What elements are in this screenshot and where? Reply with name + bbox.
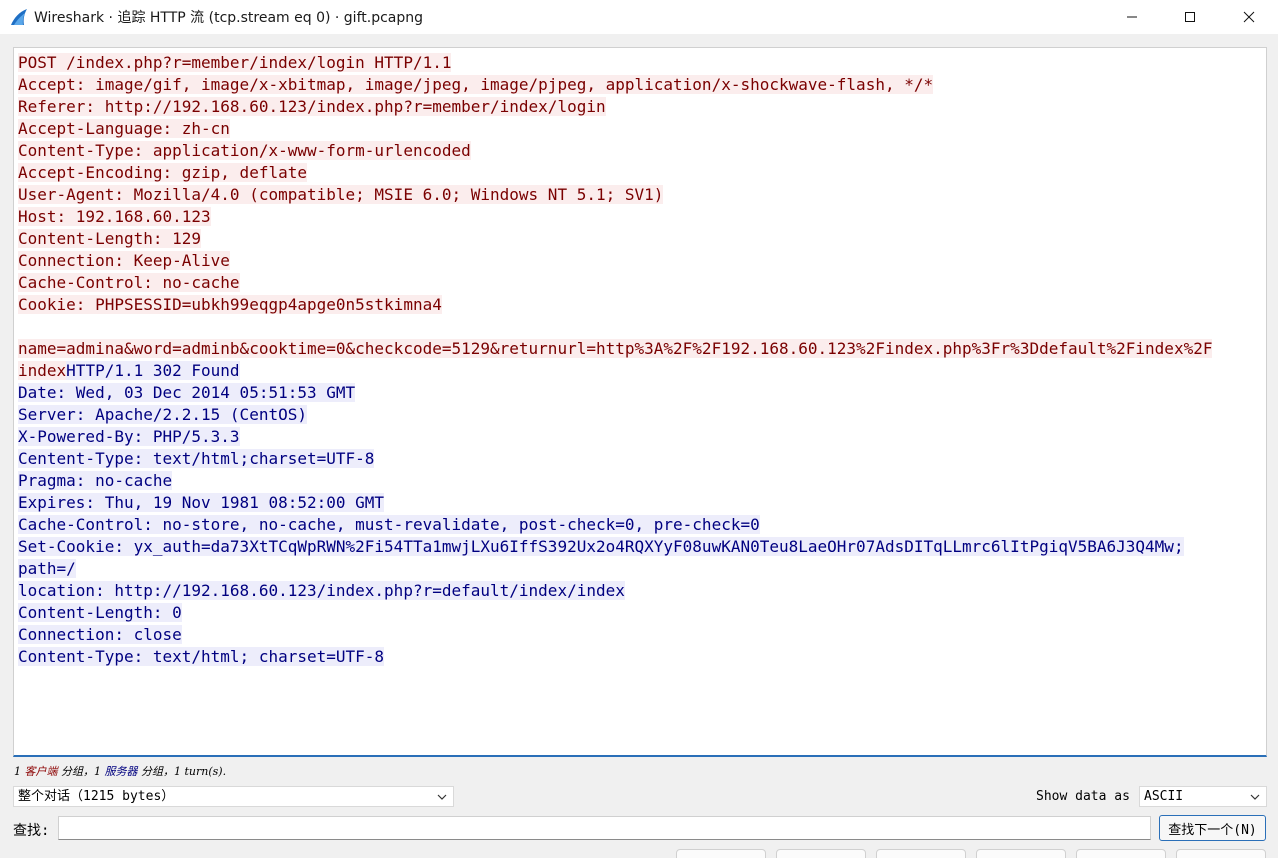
follow-http-stream-window: Wireshark · 追踪 HTTP 流 (tcp.stream eq 0) … [0, 0, 1278, 858]
client-line: Content-Type: application/x-www-form-url… [18, 141, 471, 160]
client-line: POST /index.php?r=member/index/login HTT… [18, 53, 452, 72]
server-line: Expires: Thu, 19 Nov 1981 08:52:00 GMT [18, 493, 385, 512]
maximize-icon [1185, 12, 1195, 22]
status-suffix: 分组，1 turn(s). [137, 765, 227, 778]
client-line: Referer: http://192.168.60.123/index.php… [18, 97, 606, 116]
mixed-line: indexHTTP/1.1 302 Found [18, 360, 1266, 382]
client-line: Content-Length: 129 [18, 229, 202, 248]
client-line: Host: 192.168.60.123 [18, 207, 211, 226]
client-label: 客户端 [24, 765, 58, 778]
find-input[interactable] [58, 816, 1151, 840]
maximize-button[interactable] [1161, 0, 1219, 34]
close-button[interactable] [1220, 0, 1278, 34]
client-line: Connection: Keep-Alive [18, 251, 230, 270]
wireshark-fin-icon [11, 9, 27, 25]
chevron-down-icon [1250, 794, 1260, 800]
server-line: Set-Cookie: yx_auth=da73XtTCqWpRWN%2Fi54… [18, 537, 1184, 556]
bottom-button[interactable] [876, 849, 966, 858]
bottom-button[interactable] [1176, 849, 1266, 858]
stream-content-view[interactable]: POST /index.php?r=member/index/login HTT… [13, 47, 1267, 757]
status-prefix: 1 [14, 765, 25, 778]
status-middle: 分组，1 [57, 765, 105, 778]
data-format-select[interactable]: ASCII [1139, 786, 1267, 807]
client-line: User-Agent: Mozilla/4.0 (compatible; MSI… [18, 185, 664, 204]
server-line: path=/ [18, 559, 76, 578]
client-line-tail: index [18, 361, 67, 380]
show-data-as-label: Show data as [1036, 789, 1130, 804]
server-line: Content-Type: text/html; charset=UTF-8 [18, 647, 385, 666]
server-line: location: http://192.168.60.123/index.ph… [18, 581, 625, 600]
bottom-button[interactable] [1076, 849, 1166, 858]
bottom-button[interactable] [676, 849, 766, 858]
window-title: Wireshark · 追踪 HTTP 流 (tcp.stream eq 0) … [34, 10, 423, 26]
server-line: Content-Length: 0 [18, 603, 182, 622]
server-line: Centent-Type: text/html;charset=UTF-8 [18, 449, 375, 468]
conversation-select[interactable]: 整个对话（1215 bytes） [13, 786, 454, 807]
minimize-button[interactable] [1103, 0, 1161, 34]
minimize-icon [1127, 16, 1137, 18]
server-line: Cache-Control: no-store, no-cache, must-… [18, 515, 760, 534]
bottom-button[interactable] [976, 849, 1066, 858]
find-label: 查找: [13, 823, 50, 839]
client-line: Cookie: PHPSESSID=ubkh99eqgp4apge0n5stki… [18, 295, 442, 314]
close-icon [1243, 11, 1255, 23]
bottom-button[interactable] [776, 849, 866, 858]
client-line: Accept-Encoding: gzip, deflate [18, 163, 307, 182]
server-status-line: HTTP/1.1 302 Found [66, 361, 240, 380]
client-body-line: name=admina&word=adminb&cooktime=0&check… [18, 339, 1213, 358]
title-bar: Wireshark · 追踪 HTTP 流 (tcp.stream eq 0) … [0, 0, 1278, 34]
server-line: X-Powered-By: PHP/5.3.3 [18, 427, 240, 446]
packet-summary-status: 1 客户端 分组，1 服务器 分组，1 turn(s). [14, 763, 226, 779]
server-line: Connection: close [18, 625, 182, 644]
client-line: Cache-Control: no-cache [18, 273, 240, 292]
client-line: Accept: image/gif, image/x-xbitmap, imag… [18, 75, 934, 94]
data-format-value: ASCII [1144, 789, 1184, 804]
server-label: 服务器 [104, 765, 138, 778]
server-line: Server: Apache/2.2.15 (CentOS) [18, 405, 307, 424]
conversation-select-value: 整个对话（1215 bytes） [18, 789, 175, 804]
chevron-down-icon [437, 794, 447, 800]
client-line: Accept-Language: zh-cn [18, 119, 230, 138]
find-next-button[interactable]: 查找下一个(N) [1159, 815, 1266, 841]
server-line: Date: Wed, 03 Dec 2014 05:51:53 GMT [18, 383, 356, 402]
server-line: Pragma: no-cache [18, 471, 173, 490]
